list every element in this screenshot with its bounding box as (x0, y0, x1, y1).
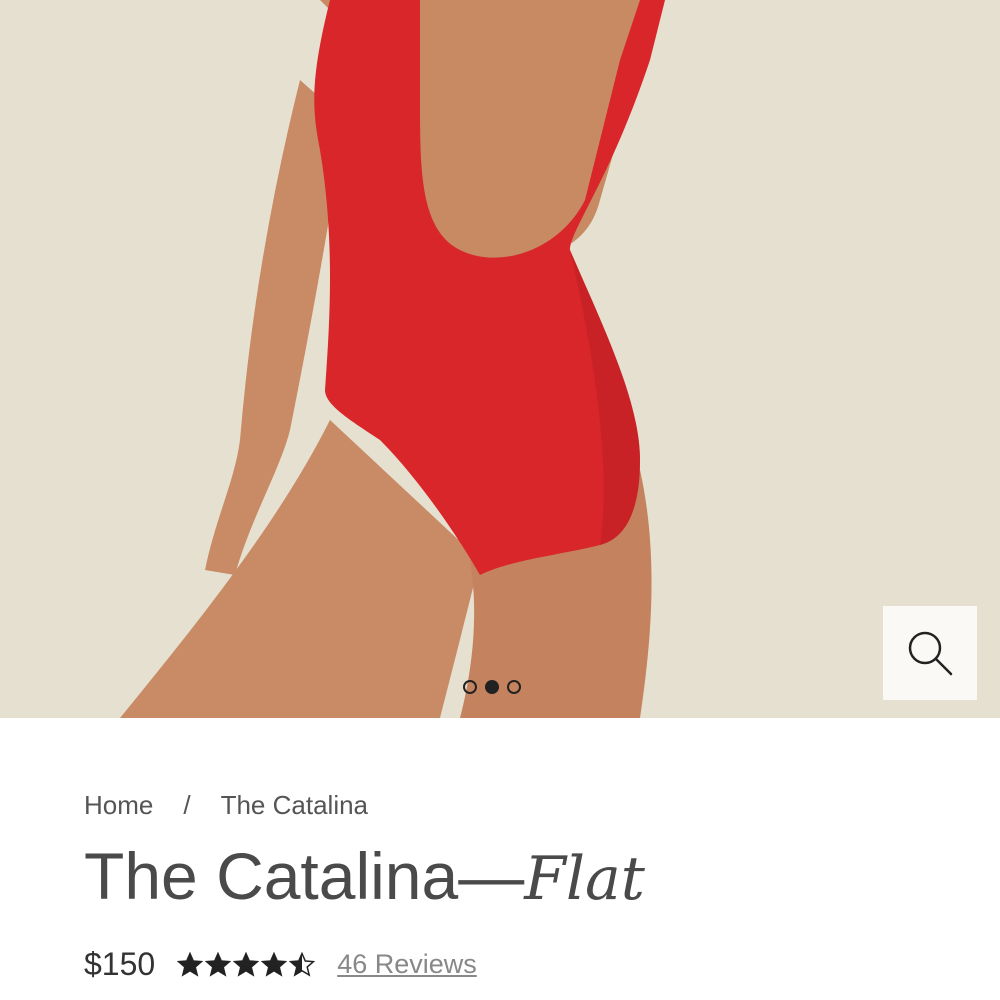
breadcrumb-current: The Catalina (220, 790, 369, 820)
price-rating-row: $150 46 Reviews (84, 946, 477, 983)
breadcrumb: Home / The Catalina (84, 790, 368, 821)
breadcrumb-home-link[interactable]: Home (84, 790, 153, 820)
product-price: $150 (84, 946, 156, 982)
zoom-button[interactable] (883, 606, 977, 700)
carousel-dot-3[interactable] (507, 680, 521, 694)
product-title: The Catalina—Flat (84, 843, 645, 909)
product-image-gallery[interactable] (0, 0, 1000, 718)
product-photo (120, 0, 665, 718)
product-variant: Flat (524, 844, 645, 914)
star-full-icon (261, 951, 288, 977)
breadcrumb-separator: / (183, 790, 191, 820)
search-icon (908, 631, 953, 676)
carousel-dot-1[interactable] (463, 680, 477, 694)
star-full-icon (205, 951, 232, 977)
star-full-icon (233, 951, 260, 977)
carousel-dot-2[interactable] (485, 680, 499, 694)
reviews-link[interactable]: 46 Reviews (337, 949, 477, 980)
star-half-icon (289, 951, 316, 977)
product-name: The Catalina— (84, 839, 525, 913)
carousel-dots (463, 680, 521, 694)
star-full-icon (177, 951, 204, 977)
star-rating (177, 951, 316, 978)
